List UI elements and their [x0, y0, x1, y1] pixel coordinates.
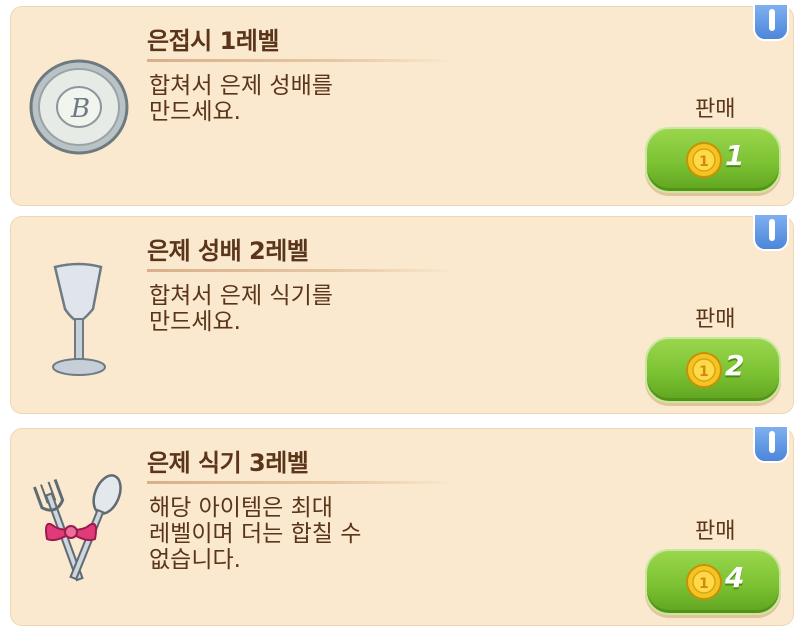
sell-label: 판매: [695, 519, 736, 544]
svg-text:1: 1: [699, 154, 709, 170]
info-button[interactable]: [753, 425, 789, 463]
item-description: 합쳐서 은제 성배를 만드세요.: [149, 73, 333, 125]
silver-goblet-icon: [21, 247, 141, 387]
info-button[interactable]: [753, 213, 789, 251]
coin-icon: 1: [686, 352, 722, 388]
item-card-1: B 은접시 1레벨 합쳐서 은제 성배를 만드세요. 판매 1 1: [10, 3, 794, 206]
sell-label: 판매: [695, 307, 736, 332]
sell-price: 1: [725, 139, 745, 172]
title-divider: [147, 481, 457, 484]
item-title: 은제 식기 3레벨: [147, 449, 309, 477]
svg-text:1: 1: [699, 576, 709, 592]
info-icon: [769, 431, 775, 453]
sell-label: 판매: [695, 97, 736, 122]
sell-button[interactable]: 1 2: [645, 337, 781, 403]
item-description: 해당 아이템은 최대 레벨이며 더는 합칠 수 없습니다.: [149, 495, 362, 573]
item-card-3: 은제 식기 3레벨 해당 아이템은 최대 레벨이며 더는 합칠 수 없습니다. …: [10, 425, 794, 626]
item-card-2: 은제 성배 2레벨 합쳐서 은제 식기를 만드세요. 판매 1 2: [10, 213, 794, 414]
svg-text:1: 1: [699, 364, 709, 380]
title-divider: [147, 59, 457, 62]
silver-cutlery-icon: [21, 459, 141, 599]
coin-icon: 1: [686, 564, 722, 600]
coin-icon: 1: [686, 142, 722, 178]
item-title: 은제 성배 2레벨: [147, 237, 309, 265]
title-divider: [147, 269, 457, 272]
svg-text:B: B: [70, 94, 90, 124]
item-title: 은접시 1레벨: [147, 27, 279, 55]
sell-price: 4: [725, 561, 745, 594]
sell-button[interactable]: 1 4: [645, 549, 781, 615]
item-description: 합쳐서 은제 식기를 만드세요.: [149, 283, 333, 335]
info-icon: [769, 219, 775, 241]
info-button[interactable]: [753, 3, 789, 41]
sell-button[interactable]: 1 1: [645, 127, 781, 193]
silver-plate-icon: B: [21, 37, 141, 177]
info-icon: [769, 9, 775, 31]
sell-price: 2: [725, 349, 745, 382]
